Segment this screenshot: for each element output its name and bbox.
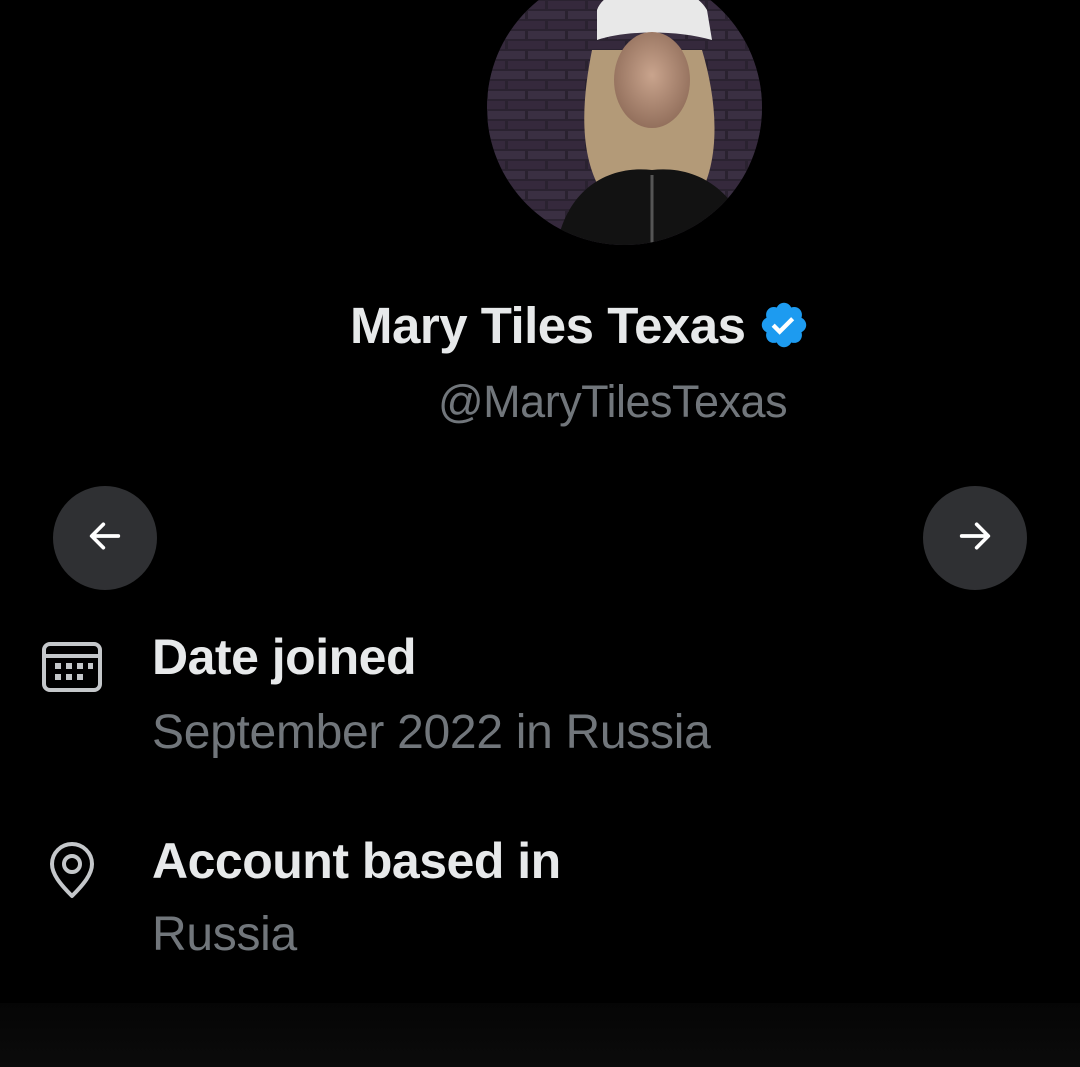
previous-button[interactable]	[53, 486, 157, 590]
account-based-in-value: Russia	[152, 908, 297, 961]
verified-badge-icon	[758, 299, 810, 351]
date-joined-label: Date joined	[152, 629, 416, 685]
calendar-icon	[40, 634, 104, 698]
account-based-in-label: Account based in	[152, 833, 561, 889]
avatar-photo	[487, 0, 762, 245]
arrow-left-icon	[85, 516, 125, 561]
arrow-right-icon	[955, 516, 995, 561]
profile-handle: @MaryTilesTexas	[438, 376, 788, 427]
location-pin-icon	[40, 838, 104, 902]
bottom-divider	[0, 1003, 1080, 1067]
date-joined-value: September 2022 in Russia	[152, 706, 711, 759]
profile-about-page: Mary Tiles Texas @MaryTilesTexas Date jo…	[0, 0, 1080, 1067]
next-button[interactable]	[923, 486, 1027, 590]
avatar[interactable]	[487, 0, 762, 245]
display-name-row: Mary Tiles Texas	[350, 292, 810, 358]
display-name: Mary Tiles Texas	[350, 296, 746, 354]
